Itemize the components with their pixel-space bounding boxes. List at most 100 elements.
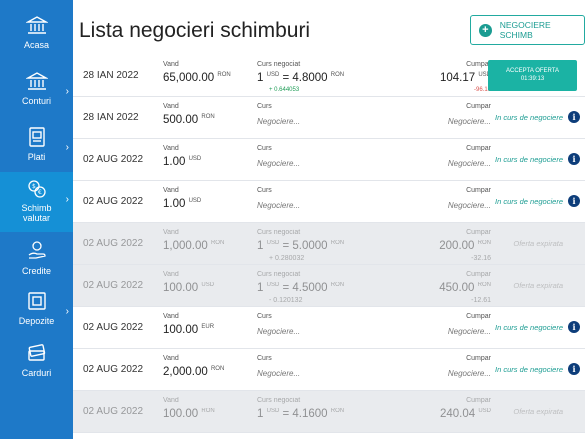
buy-delta: -12.61 (471, 297, 491, 304)
page-title: Lista negocieri schimburi (79, 19, 311, 42)
sell-amount: 500.00 RON (163, 114, 215, 126)
table-row[interactable]: 28 IAN 2022 Vand 500.00 RON Curs Negocie… (73, 97, 585, 139)
table-row[interactable]: 02 AUG 2022 Vand 1.00 USD Curs Negociere… (73, 139, 585, 181)
sell-label: Vand (163, 145, 179, 152)
buy-negotiating: Negociere... (447, 159, 491, 168)
buy-label: Cumpar (466, 187, 491, 194)
table-row[interactable]: 02 AUG 2022 Vand 1.00 USD Curs Negociere… (73, 181, 585, 223)
status-text: In curs de negociere (495, 113, 563, 122)
buy-amount: 200.00 RON (439, 240, 491, 252)
table-row[interactable]: 02 AUG 2022 Vand 100.00 RON Curs negocia… (73, 391, 585, 433)
rate-negotiating: Negociere... (257, 117, 301, 126)
svg-text:$: $ (32, 183, 36, 190)
sell-label: Vand (163, 229, 179, 236)
sell-label: Vand (163, 397, 179, 404)
rate-delta: + 0.280032 (269, 255, 305, 262)
bank-icon (0, 14, 73, 38)
rate-negotiating: Negociere... (257, 201, 301, 210)
sidebar: Acasa Conturi › Plati › $ € Schimb valuta… (0, 0, 73, 439)
rate-delta: - 0.120132 (269, 297, 303, 304)
main-panel: Lista negocieri schimburi + NEGOCIERE SC… (73, 0, 585, 439)
buy-amount: 240.04 USD (439, 408, 491, 420)
chevron-right-icon: › (65, 86, 69, 97)
sell-amount: 65,000.00 RON (163, 72, 231, 84)
buy-amount: 104.17 USD (439, 72, 491, 84)
rate-value: 1 USD = 4.1600 RON (257, 408, 345, 420)
status-text: In curs de negociere (495, 197, 563, 206)
sell-label: Vand (163, 61, 179, 68)
rate-delta: + 0.644053 (269, 87, 300, 93)
svg-text:€: € (38, 189, 42, 196)
rate-label: Curs (257, 313, 272, 320)
sidebar-item-label: Credite (21, 266, 51, 276)
table-row[interactable]: 02 AUG 2022 Vand 100.00 USD Curs negocia… (73, 265, 585, 307)
buy-negotiating: Negociere... (447, 117, 491, 126)
new-exchange-negotiation-label: NEGOCIERE SCHIMB (499, 20, 551, 40)
rate-label: Curs (257, 187, 272, 194)
status-text: In curs de negociere (495, 323, 563, 332)
sidebar-item-plati[interactable]: Plati › (0, 120, 73, 174)
buy-label: Cumpar (466, 313, 491, 320)
sidebar-item-label: Schimb valutar (21, 203, 52, 223)
info-icon[interactable]: i (568, 111, 580, 123)
buy-delta: -32.16 (471, 255, 491, 262)
sidebar-item-depozite[interactable]: Depozite › (0, 284, 73, 338)
sidebar-item-label: Carduri (21, 368, 52, 378)
buy-delta: -96.16 (473, 87, 491, 93)
sell-amount: 100.00 USD (163, 282, 215, 294)
credit-hand-icon (0, 240, 73, 264)
sidebar-item-conturi[interactable]: Conturi › (0, 64, 73, 118)
table-row[interactable]: 02 AUG 2022 Vand 100.00 EUR Curs Negocie… (73, 307, 585, 349)
buy-label: Cumpar (466, 103, 491, 110)
rate-label: Curs (257, 355, 272, 362)
currency-exchange-icon: $ € (0, 178, 73, 202)
info-icon[interactable]: i (568, 195, 580, 207)
sell-label: Vand (163, 313, 179, 320)
buy-negotiating: Negociere... (447, 201, 491, 210)
info-icon[interactable]: i (568, 321, 580, 333)
sell-label: Vand (163, 355, 179, 362)
rate-negotiating: Negociere... (257, 369, 301, 378)
accept-offer-button[interactable]: ACCEPTA OFERTA 01:39:13 (488, 60, 577, 91)
rate-negotiating: Negociere... (257, 327, 301, 336)
sell-label: Vand (163, 271, 179, 278)
chevron-right-icon: › (65, 194, 69, 205)
bank-icon (0, 70, 73, 94)
row-date: 02 AUG 2022 (83, 196, 144, 207)
sell-amount: 1.00 USD (163, 198, 202, 210)
row-date: 02 AUG 2022 (83, 322, 144, 333)
table-row[interactable]: 28 IAN 2022 Vand 65,000.00 RON Curs nego… (73, 55, 585, 97)
sidebar-item-label: Conturi (21, 96, 51, 106)
rate-label: Curs negociat (257, 397, 301, 404)
table-row[interactable]: 02 AUG 2022 Vand 1,000.00 RON Curs negoc… (73, 223, 585, 265)
sell-amount: 2,000.00 RON (163, 366, 225, 378)
sidebar-item-schimb-valutar[interactable]: $ € Schimb valutar › (0, 172, 73, 232)
new-exchange-negotiation-button[interactable]: + NEGOCIERE SCHIMB (470, 15, 585, 45)
plus-icon: + (479, 23, 492, 37)
rate-label: Curs negociat (257, 229, 301, 236)
info-icon[interactable]: i (568, 363, 580, 375)
sell-amount: 1,000.00 RON (163, 240, 225, 252)
buy-negotiating: Negociere... (447, 327, 491, 336)
buy-label: Cumpar (466, 145, 491, 152)
sidebar-item-acasa[interactable]: Acasa (0, 8, 73, 62)
rate-value: 1 USD = 4.5000 RON (257, 282, 345, 294)
buy-negotiating: Negociere... (447, 369, 491, 378)
sidebar-item-label: Depozite (18, 316, 55, 326)
sell-amount: 100.00 RON (163, 408, 215, 420)
deposit-icon (0, 290, 73, 314)
rate-negotiating: Negociere... (257, 159, 301, 168)
rate-label: Curs (257, 103, 272, 110)
sidebar-item-carduri[interactable]: Carduri (0, 336, 73, 390)
sidebar-item-label: Acasa (23, 40, 49, 50)
row-date: 02 AUG 2022 (83, 406, 144, 417)
sell-label: Vand (163, 103, 179, 110)
buy-amount: 450.00 RON (439, 282, 491, 294)
row-date: 02 AUG 2022 (83, 238, 144, 249)
table-row[interactable]: 02 AUG 2022 Vand 2,000.00 RON Curs Negoc… (73, 349, 585, 391)
info-icon[interactable]: i (568, 153, 580, 165)
chevron-right-icon: › (65, 142, 69, 153)
sidebar-item-credite[interactable]: Credite (0, 234, 73, 288)
sell-amount: 100.00 EUR (163, 324, 215, 336)
row-date: 28 IAN 2022 (83, 112, 139, 123)
